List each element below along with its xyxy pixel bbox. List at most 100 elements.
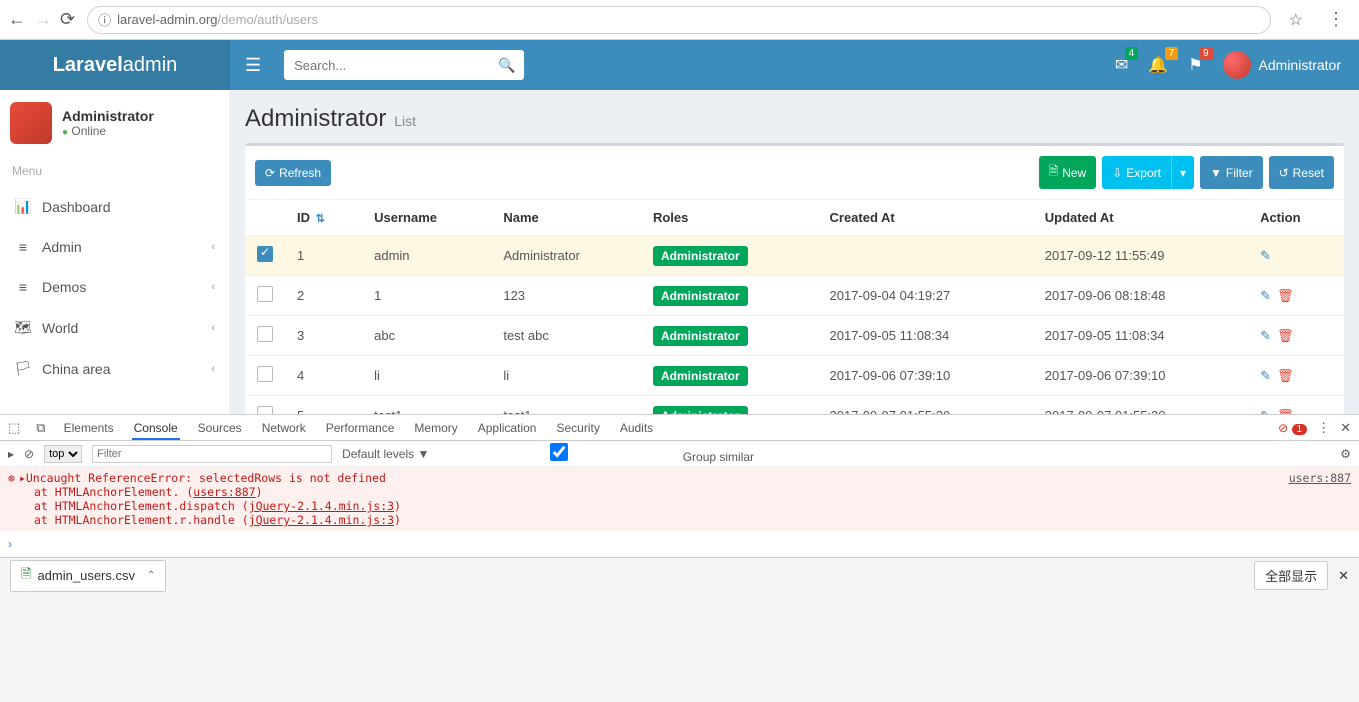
devtools-tab-application[interactable]: Application (476, 421, 539, 435)
row-checkbox[interactable] (257, 326, 273, 342)
edit-icon[interactable]: ✎ (1260, 368, 1271, 384)
role-badge: Administrator (653, 366, 748, 386)
console-prompt[interactable]: › (0, 531, 1359, 557)
expand-icon[interactable]: ▸ (19, 471, 26, 485)
column-header[interactable]: Roles (641, 200, 818, 236)
cell-created: 2017-09-05 11:08:34 (818, 316, 1033, 356)
sidebar-item-china-area[interactable]: 🏳China area‹ (0, 348, 229, 389)
column-header[interactable]: Name (491, 200, 641, 236)
url-bar[interactable]: ⓘ laravel-admin.org/demo/auth/users (87, 6, 1271, 34)
forward-button[interactable]: → (34, 9, 52, 30)
stack-link[interactable]: jQuery-2.1.4.min.js:3 (249, 513, 394, 527)
clear-console-icon[interactable]: ⊘ (24, 447, 34, 461)
devtools-tab-sources[interactable]: Sources (196, 421, 244, 435)
console-sidebar-icon[interactable]: ▸ (8, 447, 14, 461)
cell-name: 123 (491, 276, 641, 316)
devtools-tab-memory[interactable]: Memory (412, 421, 459, 435)
delete-icon[interactable]: 🗑 (1277, 288, 1294, 304)
close-icon[interactable]: ✕ (1338, 568, 1349, 584)
edit-icon[interactable]: ✎ (1260, 328, 1271, 344)
devtools-tab-audits[interactable]: Audits (618, 421, 655, 435)
edit-icon[interactable]: ✎ (1260, 408, 1271, 415)
download-item[interactable]: 🗎 admin_users.csv ⌃ (10, 560, 166, 592)
context-select[interactable]: top (44, 445, 82, 463)
stack-line: at HTMLAnchorElement. (users:887) (8, 485, 1351, 499)
levels-dropdown[interactable]: Default levels ▼ (342, 447, 429, 461)
error-indicator[interactable]: ⊘ 1 (1278, 421, 1307, 435)
url-host: laravel-admin.org (117, 12, 217, 27)
filter-button[interactable]: ▼Filter (1200, 156, 1263, 189)
cell-updated: 2017-09-12 11:55:49 (1033, 236, 1248, 276)
devtools-tab-performance[interactable]: Performance (324, 421, 397, 435)
devtools-tab-network[interactable]: Network (260, 421, 308, 435)
new-button[interactable]: 🗎New (1039, 156, 1097, 189)
edit-icon[interactable]: ✎ (1260, 248, 1271, 264)
devtools-tab-security[interactable]: Security (554, 421, 601, 435)
browser-menu-icon[interactable]: ⋮ (1321, 9, 1351, 30)
console-filter-input[interactable] (92, 445, 332, 463)
back-button[interactable]: ← (8, 9, 26, 30)
delete-icon[interactable]: 🗑 (1277, 408, 1294, 415)
column-header[interactable]: ID ⇅ (285, 200, 362, 236)
export-dropdown-button[interactable]: ▾ (1171, 156, 1194, 189)
cell-id: 2 (285, 276, 362, 316)
cell-id: 4 (285, 356, 362, 396)
site-info-icon[interactable]: ⓘ (98, 10, 111, 29)
row-checkbox[interactable] (257, 286, 273, 302)
column-header[interactable]: Created At (818, 200, 1033, 236)
inspect-icon[interactable]: ⬚ (8, 420, 20, 436)
column-header[interactable]: Action (1248, 200, 1344, 236)
flag-badge: 9 (1199, 47, 1213, 60)
devtools-tab-elements[interactable]: Elements (62, 421, 116, 435)
role-badge: Administrator (653, 286, 748, 306)
group-similar-check[interactable]: Group similar (439, 443, 754, 464)
menu-label: Demos (42, 279, 86, 295)
device-icon[interactable]: ⧉ (36, 420, 45, 436)
menu-icon: ≡ (14, 239, 32, 255)
devtools-menu-icon[interactable]: ⋮ (1317, 420, 1330, 436)
stack-link[interactable]: jQuery-2.1.4.min.js:3 (249, 499, 394, 513)
devtools-tab-console[interactable]: Console (132, 421, 180, 440)
sidebar-item-dashboard[interactable]: 📊Dashboard (0, 186, 229, 227)
cell-username: abc (362, 316, 491, 356)
devtools-close-icon[interactable]: ✕ (1340, 420, 1351, 436)
row-checkbox[interactable] (257, 406, 273, 414)
logo[interactable]: Laravel admin (0, 40, 230, 90)
row-checkbox[interactable] (257, 246, 273, 262)
sidebar-item-world[interactable]: 🗺World‹ (0, 307, 229, 348)
flag-icon[interactable]: ⚑9 (1188, 55, 1202, 75)
bookmark-icon[interactable]: ☆ (1283, 10, 1309, 30)
column-header[interactable]: Username (362, 200, 491, 236)
stack-link[interactable]: users:887 (193, 485, 255, 499)
search-icon[interactable]: 🔍 (498, 57, 515, 73)
menu-icon: 🏳 (14, 360, 32, 377)
stack-line: at HTMLAnchorElement.dispatch (jQuery-2.… (8, 499, 1351, 513)
search-input[interactable] (284, 50, 524, 80)
settings-icon[interactable]: ⚙ (1340, 447, 1351, 461)
show-all-button[interactable]: 全部显示 (1254, 561, 1328, 590)
reset-button[interactable]: ↺Reset (1269, 156, 1334, 189)
file-icon: 🗎 (21, 565, 31, 587)
menu-label: China area (42, 361, 111, 377)
menu-header: Menu (0, 156, 229, 186)
bell-icon[interactable]: 🔔7 (1148, 55, 1168, 75)
sidebar-item-demos[interactable]: ≡Demos‹ (0, 267, 229, 307)
console-output: ⊗ ▸ Uncaught ReferenceError: selectedRow… (0, 467, 1359, 531)
export-button[interactable]: ⇩Export (1102, 156, 1171, 189)
row-checkbox[interactable] (257, 366, 273, 382)
mail-icon[interactable]: ✉4 (1115, 55, 1128, 75)
column-header[interactable]: Updated At (1033, 200, 1248, 236)
delete-icon[interactable]: 🗑 (1277, 328, 1294, 344)
error-source-link[interactable]: users:887 (1289, 471, 1351, 485)
reload-button[interactable]: ⟳ (60, 9, 75, 30)
refresh-button[interactable]: ⟳Refresh (255, 160, 331, 186)
role-badge: Administrator (653, 246, 748, 266)
bell-badge: 7 (1165, 47, 1179, 60)
sidebar-item-admin[interactable]: ≡Admin‹ (0, 227, 229, 267)
user-menu[interactable]: Administrator (1223, 51, 1341, 79)
table-row: 5 test1 test1 Administrator 2017-09-07 0… (245, 396, 1344, 415)
delete-icon[interactable]: 🗑 (1277, 368, 1294, 384)
sidebar-toggle-icon[interactable]: ☰ (230, 55, 276, 76)
edit-icon[interactable]: ✎ (1260, 288, 1271, 304)
devtools-tabs: ⬚ ⧉ Elements Console Sources Network Perform… (0, 415, 1359, 441)
